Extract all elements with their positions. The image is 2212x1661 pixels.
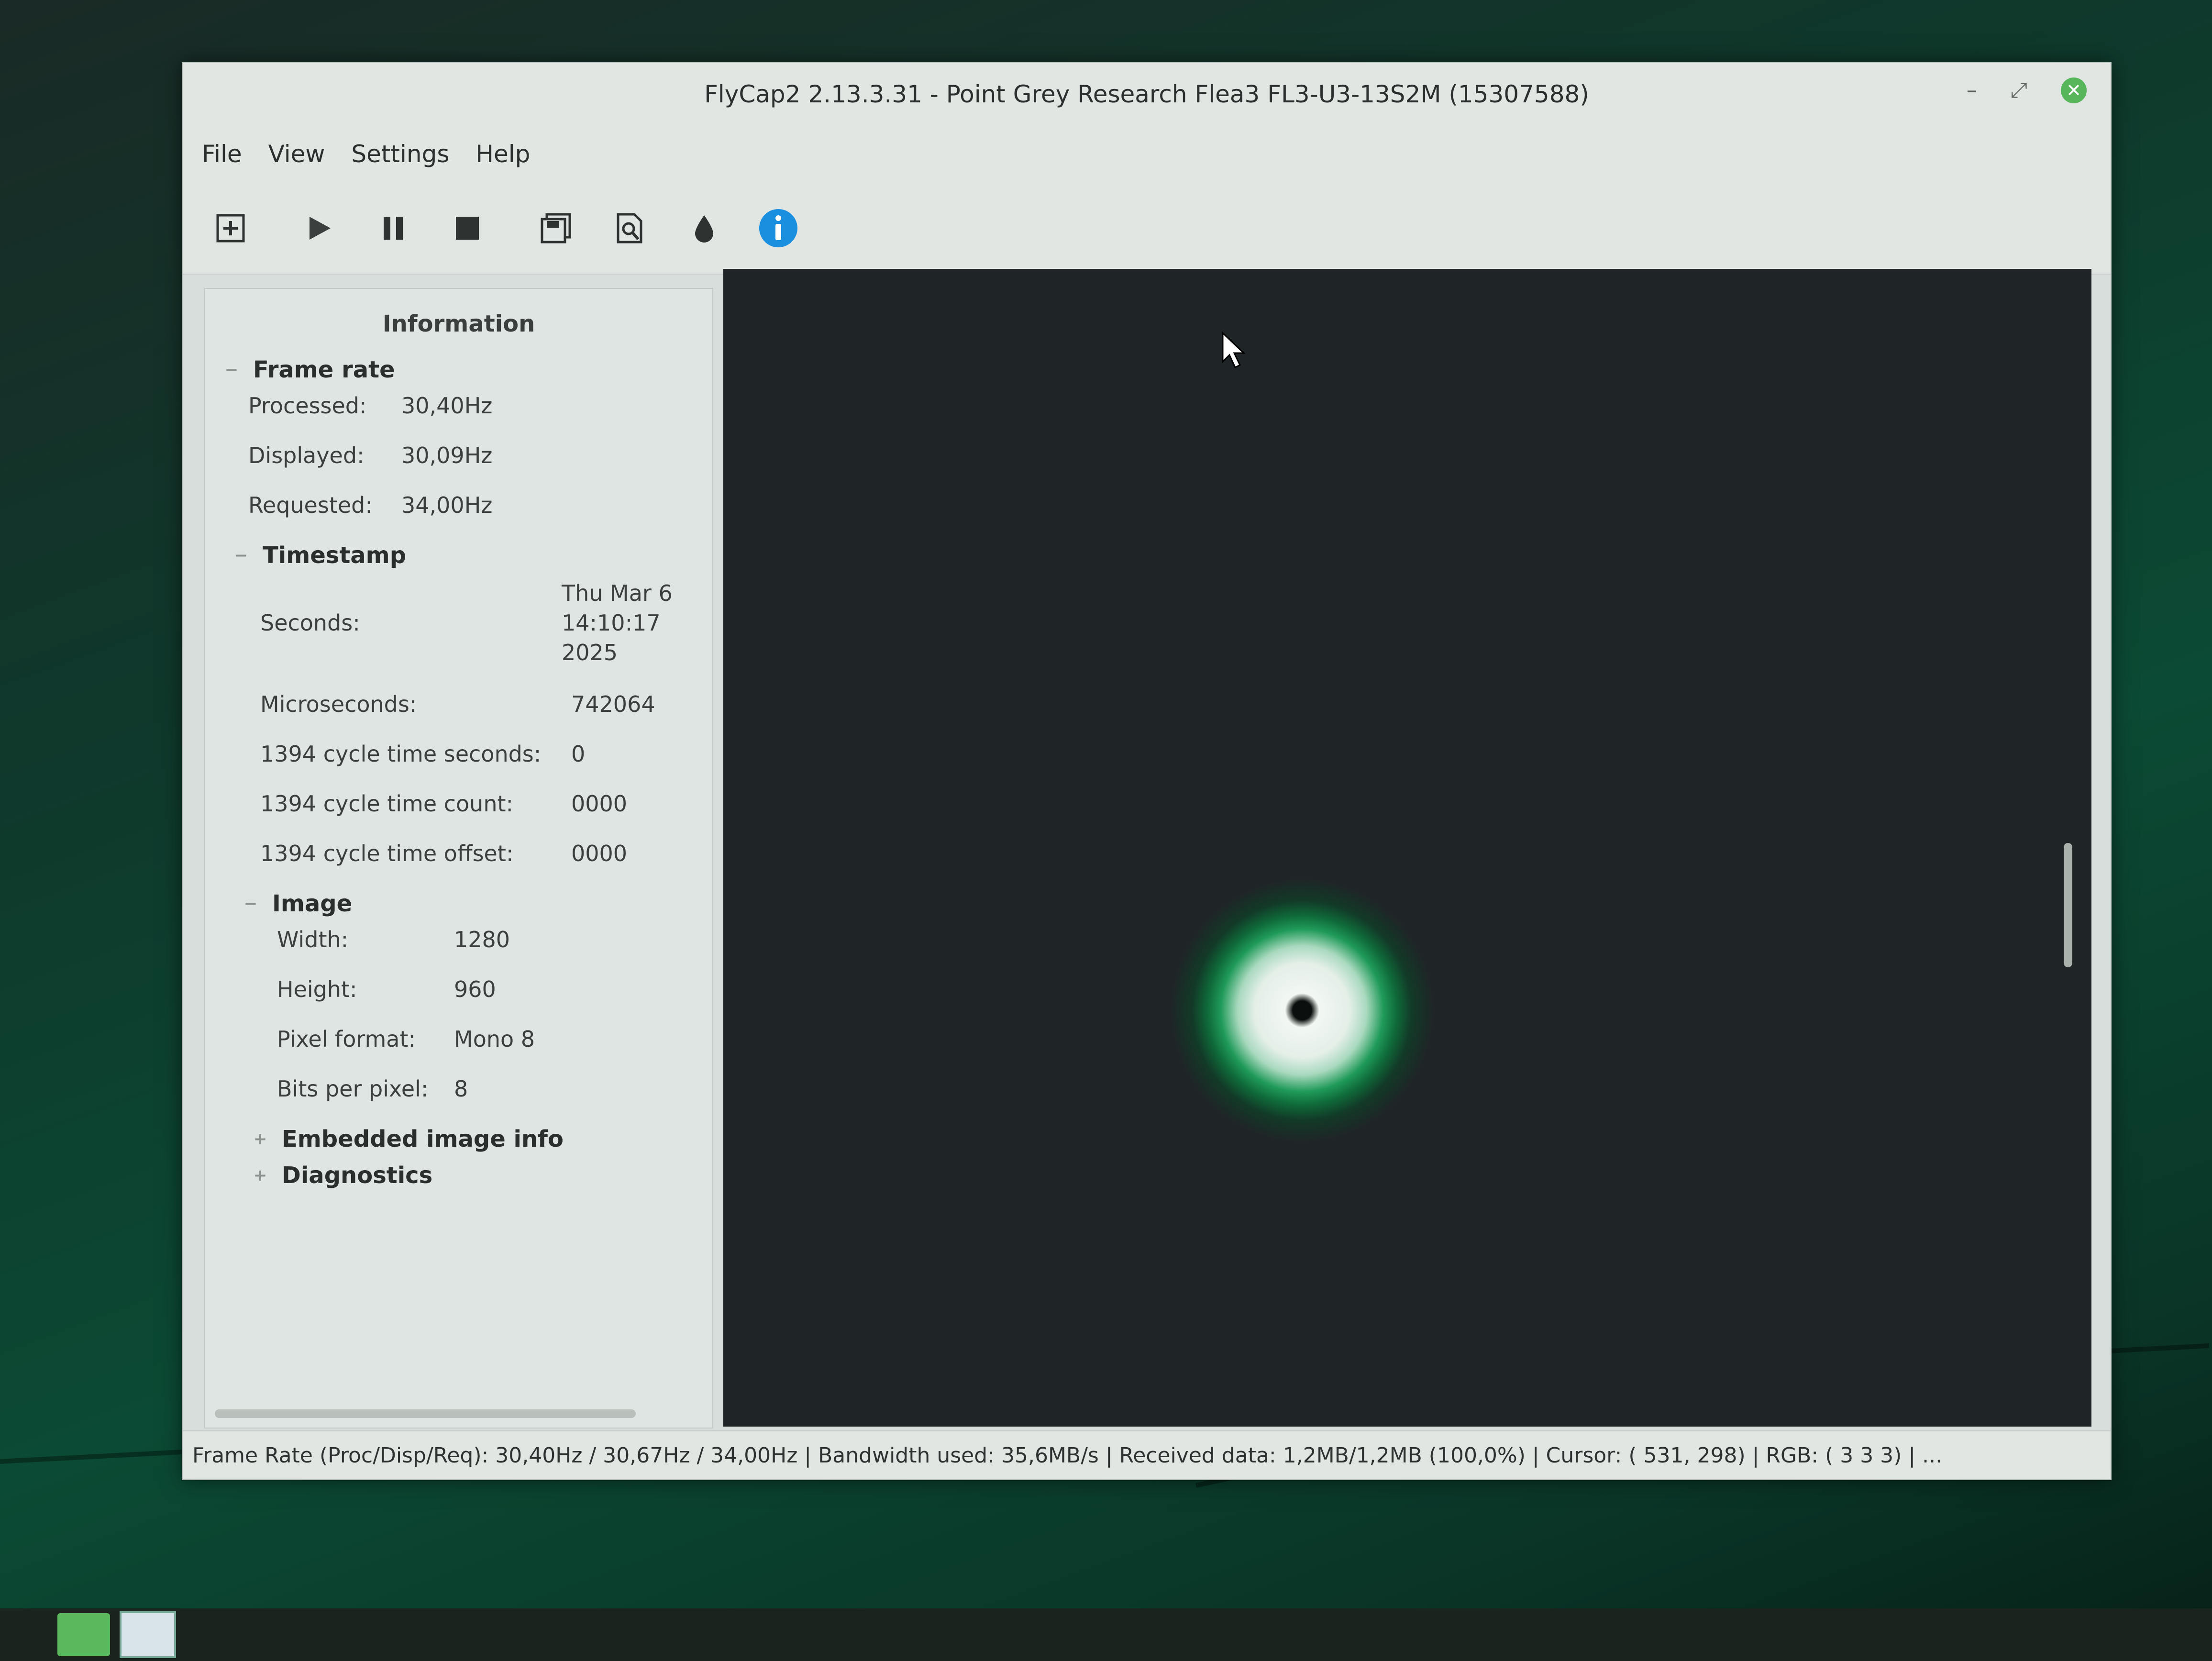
section-frame-rate[interactable]: − Frame rate [224,356,712,383]
status-text: Frame Rate (Proc/Disp/Req): 30,40Hz / 30… [192,1443,1943,1468]
section-timestamp[interactable]: − Timestamp [234,542,712,569]
new-camera-button[interactable] [204,202,257,255]
displayed-label: Displayed: [248,443,365,468]
requested-value: 34,00Hz [401,492,493,518]
section-image[interactable]: − Image [243,890,712,917]
close-icon[interactable]: ✕ [2061,78,2087,103]
seconds-year: 2025 [562,640,618,665]
cycle-count-row: 1394 cycle time count: 0000 [260,791,712,817]
cycle-offset-label: 1394 cycle time offset: [260,841,514,866]
seconds-time: 14:10:17 [562,610,661,636]
new-camera-icon [216,214,245,243]
bits-per-pixel-row: Bits per pixel: 8 [277,1076,712,1102]
bits-per-pixel-value: 8 [454,1076,468,1102]
app-icon[interactable] [120,1611,176,1658]
taskbar [0,1608,2212,1661]
processed-row: Processed: 30,40Hz [248,393,712,419]
collapse-icon[interactable]: − [234,547,248,564]
collapse-icon[interactable]: − [243,896,258,912]
cycle-count-value: 0000 [571,791,628,817]
save-button[interactable] [530,202,582,255]
processed-value: 30,40Hz [401,393,493,419]
requested-label: Requested: [248,492,373,518]
microseconds-row: Microseconds: 742064 [260,691,712,717]
displayed-row: Displayed: 30,09Hz [248,443,712,468]
record-icon [617,213,642,244]
cycle-seconds-row: 1394 cycle time seconds: 0 [260,741,712,767]
files-icon[interactable] [57,1613,110,1656]
microseconds-label: Microseconds: [260,691,417,717]
laser-spot-image [1168,876,1436,1144]
toolbar [183,183,2111,275]
window-title: FlyCap2 2.13.3.31 - Point Grey Research … [704,80,1589,108]
displayed-value: 30,09Hz [401,443,493,468]
bits-per-pixel-label: Bits per pixel: [277,1076,429,1102]
processed-label: Processed: [248,393,367,419]
microseconds-value: 742064 [571,691,655,717]
cycle-offset-value: 0000 [571,841,628,866]
cycle-seconds-value: 0 [571,741,586,767]
color-button[interactable] [678,202,730,255]
stop-icon [456,217,479,240]
width-label: Width: [277,927,349,952]
pixel-format-value: Mono 8 [454,1026,535,1052]
seconds-label: Seconds: [260,610,360,636]
information-panel: Information − Frame rate Processed: 30,4… [204,288,713,1428]
requested-row: Requested: 34,00Hz [248,492,712,518]
flycap-window: FlyCap2 2.13.3.31 - Point Grey Research … [182,62,2112,1480]
seconds-row: Seconds: Thu Mar 6 14:10:17 2025 [260,578,712,667]
color-icon [695,215,713,243]
section-embedded-image-info[interactable]: + Embedded image info [253,1126,712,1152]
pause-icon [384,217,403,240]
height-row: Height: 960 [277,976,712,1002]
pixel-format-row: Pixel format: Mono 8 [277,1026,712,1052]
maximize-icon[interactable]: ⤢ [2011,80,2027,101]
section-label: Timestamp [263,542,407,569]
seconds-date: Thu Mar 6 [562,580,673,606]
info-button[interactable] [752,202,805,255]
panel-horizontal-scrollbar[interactable] [215,1409,636,1418]
section-label: Embedded image info [282,1126,564,1152]
cycle-count-label: 1394 cycle time count: [260,791,514,817]
save-icon [541,213,571,244]
section-diagnostics[interactable]: + Diagnostics [253,1162,712,1189]
section-label: Frame rate [253,356,395,383]
section-label: Image [272,890,353,917]
play-button[interactable] [293,202,345,255]
height-value: 960 [454,976,496,1002]
cycle-offset-row: 1394 cycle time offset: 0000 [260,841,712,866]
menu-bar: File View Settings Help [183,125,2111,183]
cycle-seconds-label: 1394 cycle time seconds: [260,741,542,767]
menu-view[interactable]: View [268,140,325,168]
section-label: Diagnostics [282,1162,433,1189]
record-button[interactable] [604,202,656,255]
title-bar[interactable]: FlyCap2 2.13.3.31 - Point Grey Research … [183,63,2111,125]
info-icon [759,209,797,247]
status-bar: Frame Rate (Proc/Disp/Req): 30,40Hz / 30… [183,1430,2111,1479]
pixel-format-label: Pixel format: [277,1026,416,1052]
view-vertical-scrollbar[interactable] [2064,843,2072,967]
seconds-value: Thu Mar 6 14:10:17 2025 [562,578,673,667]
collapse-icon[interactable]: − [224,362,239,378]
width-row: Width: 1280 [277,927,712,952]
pause-button[interactable] [367,202,420,255]
menu-file[interactable]: File [202,140,242,168]
expand-icon[interactable]: + [253,1167,267,1184]
mouse-cursor-icon [1222,331,1246,369]
play-icon [310,217,331,240]
menu-settings[interactable]: Settings [351,140,449,168]
width-value: 1280 [454,927,510,952]
info-panel-title: Information [382,310,535,337]
minimize-icon[interactable]: – [1967,80,1977,101]
stop-button[interactable] [441,202,494,255]
height-label: Height: [277,976,357,1002]
camera-image-view[interactable] [723,269,2091,1427]
expand-icon[interactable]: + [253,1131,267,1147]
menu-help[interactable]: Help [476,140,530,168]
